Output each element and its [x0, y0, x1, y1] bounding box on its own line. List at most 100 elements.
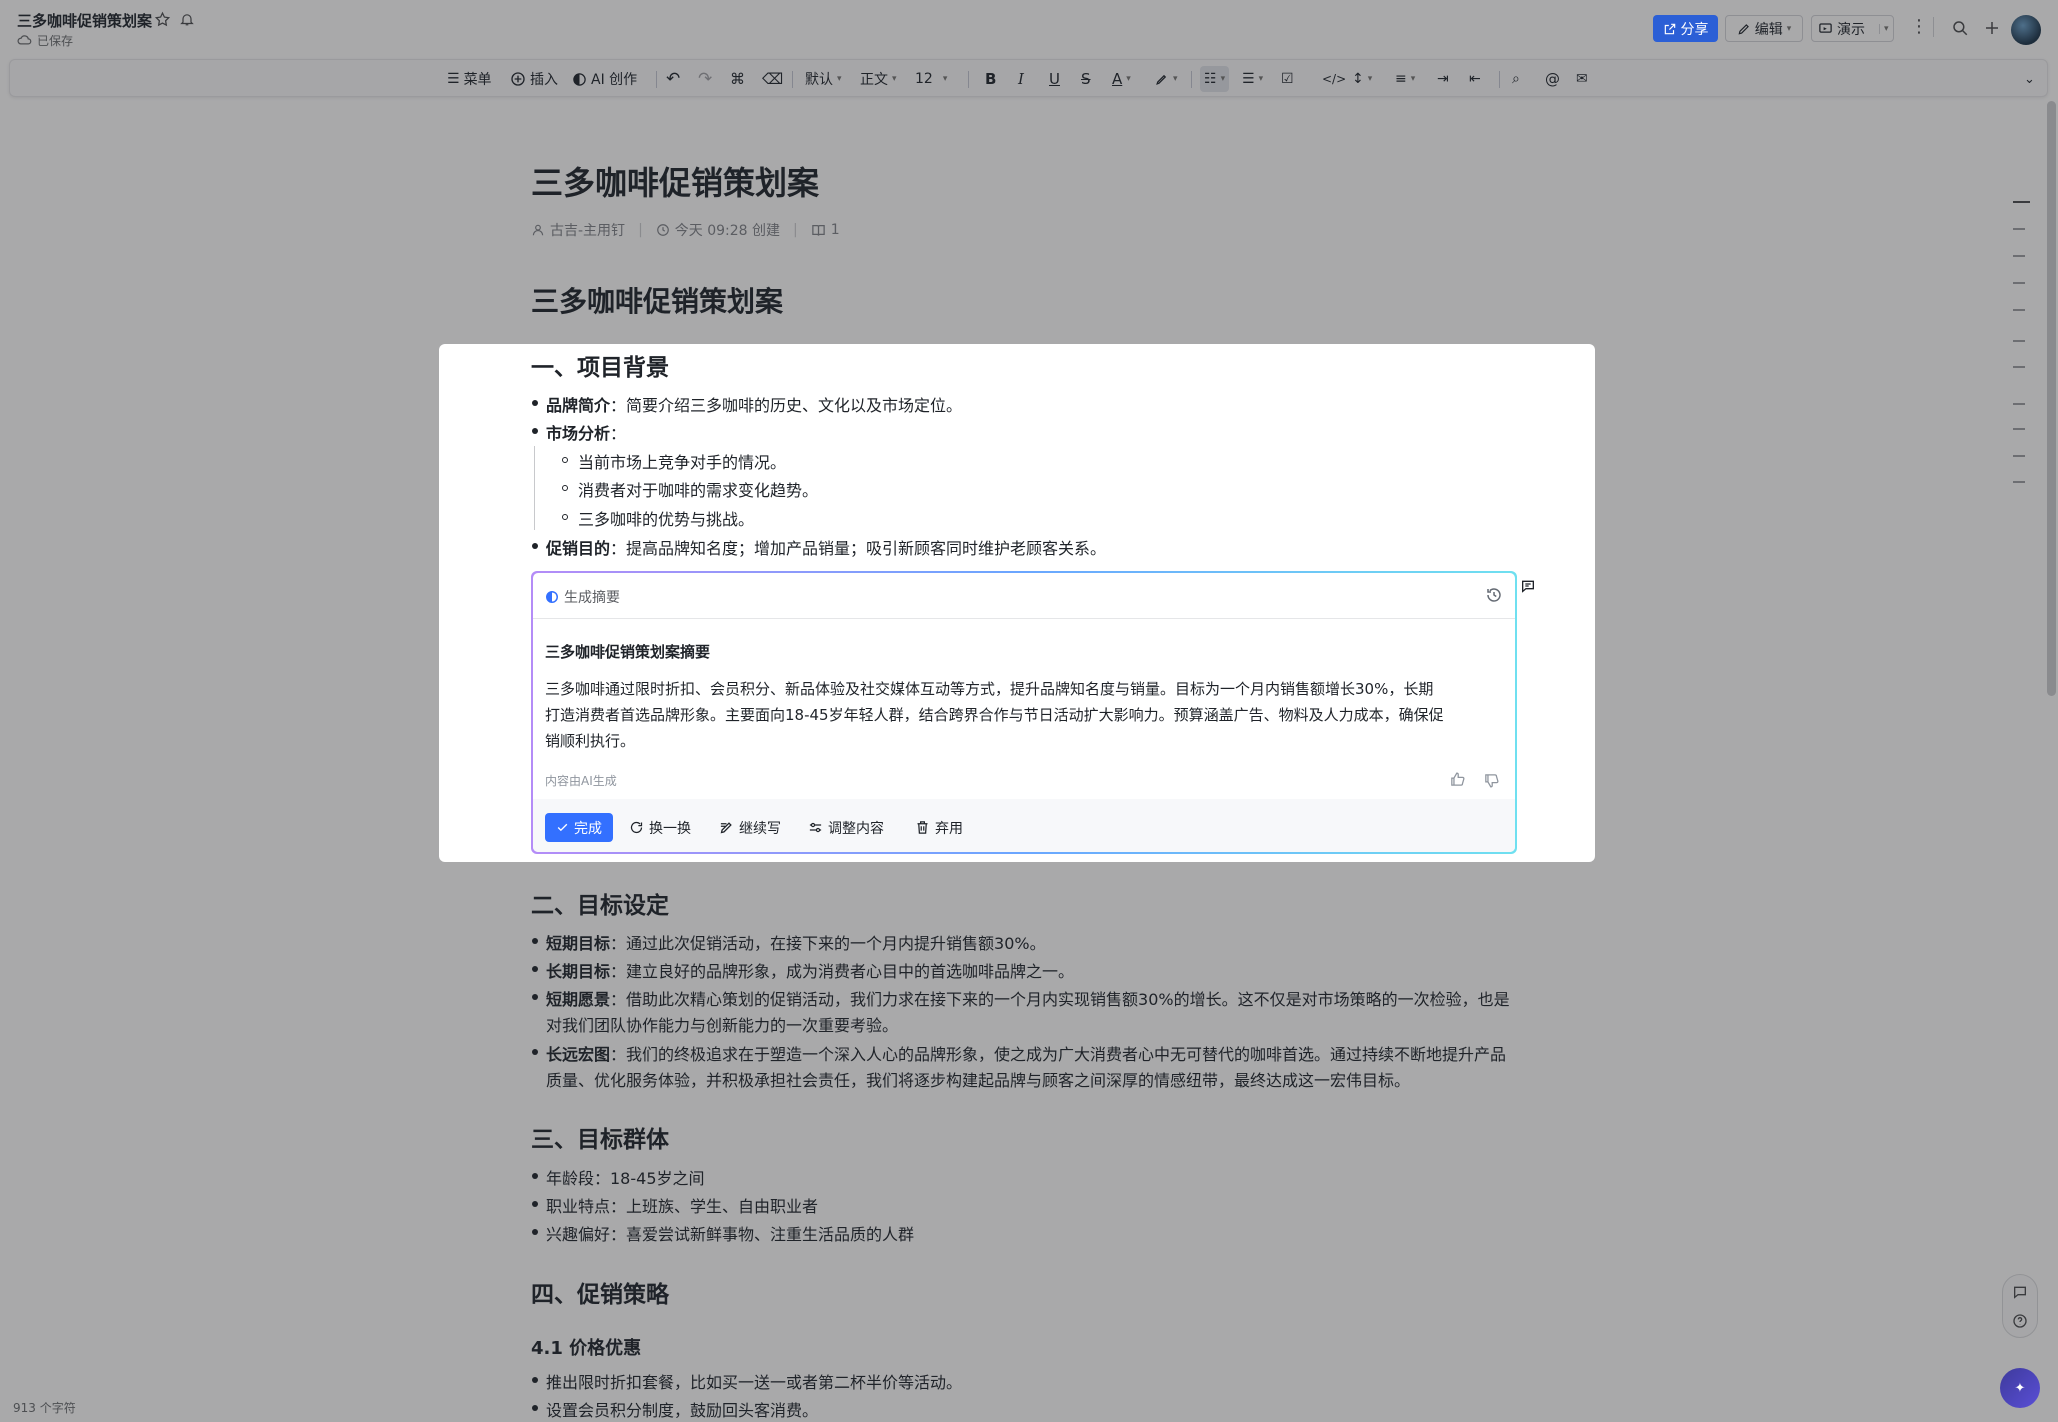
font-color-button[interactable]: A ▾	[1112, 60, 1131, 98]
avatar[interactable]	[2011, 15, 2041, 45]
divider	[1499, 71, 1500, 88]
divider	[533, 618, 1515, 619]
list-item: 推出限时折扣套餐，比如买一送一或者第二杯半价等活动。	[546, 1373, 963, 1392]
outline-item[interactable]	[2013, 340, 2025, 342]
code-icon[interactable]: </>	[1322, 60, 1346, 98]
chevron-down-icon: ▾	[1220, 74, 1226, 84]
list-item-continuation: 质量、优化服务体验，并积极承担社会责任，我们将逐步构建起品牌与顾客之间深厚的情感…	[546, 1071, 1411, 1090]
doc-author[interactable]: 古吉-主用钉	[550, 220, 625, 240]
edit-label: 编辑	[1754, 21, 1783, 38]
ai-create-button[interactable]: AI 创作	[572, 60, 637, 98]
outline-item[interactable]	[2013, 282, 2025, 284]
search-icon[interactable]	[1951, 19, 1969, 37]
highlight-button[interactable]: ▾	[1154, 60, 1178, 98]
divider	[1933, 17, 1934, 37]
outline-item[interactable]	[2013, 228, 2025, 230]
done-button[interactable]: 完成	[545, 813, 613, 842]
bullet-dot	[532, 543, 538, 549]
more-icon[interactable]: ⋮	[1910, 18, 1928, 36]
outline-item[interactable]	[2013, 201, 2030, 203]
history-icon[interactable]	[1485, 586, 1503, 604]
comment-icon[interactable]	[2012, 1284, 2028, 1300]
menu-button[interactable]: ☰ 菜单	[447, 60, 492, 98]
divider	[656, 71, 657, 88]
share-button[interactable]: 分享	[1653, 15, 1718, 42]
outdent-icon[interactable]: ⇤	[1469, 60, 1481, 98]
style-select[interactable]: 默认 ▾	[805, 60, 842, 98]
thumb-up-icon[interactable]	[1449, 771, 1466, 788]
swap-button[interactable]: 换一换	[629, 813, 691, 842]
continue-write-label: 继续写	[739, 820, 781, 837]
find-icon[interactable]: ⌕	[1512, 60, 1520, 98]
bullet-list-button[interactable]: ☷ ▾	[1200, 66, 1230, 92]
highlight-icon	[1156, 74, 1167, 85]
sub-heading: 4.1 价格优惠	[531, 1338, 642, 1359]
checkbox-icon[interactable]: ☑	[1281, 60, 1294, 98]
format-painter-icon[interactable]: ⌘	[730, 60, 745, 98]
item-text: ：通过此次促销活动，在接下来的一个月内提升销售额30%。	[610, 934, 1046, 953]
insert-button[interactable]: 插入	[510, 60, 558, 98]
italic-button[interactable]: I	[1018, 60, 1024, 98]
outline-item[interactable]	[2013, 309, 2025, 311]
present-icon	[1819, 22, 1832, 33]
star-icon[interactable]	[154, 11, 171, 28]
chevron-down-icon[interactable]: ▾	[1879, 23, 1889, 34]
outline-item[interactable]	[2013, 455, 2025, 457]
discard-button[interactable]: 弃用	[915, 813, 963, 842]
share-icon	[1664, 23, 1675, 34]
chevron-down-icon: ▾	[1173, 74, 1178, 84]
strikethrough-button[interactable]: S	[1081, 60, 1091, 98]
numbered-list-button[interactable]: ☰ ▾	[1242, 60, 1263, 98]
list-item: 短期愿景：借助此次精心策划的促销活动，我们力求在接下来的一个月内实现销售额30%…	[546, 986, 1510, 1010]
plus-icon[interactable]	[1983, 19, 2001, 37]
underline-button[interactable]: U	[1049, 60, 1060, 98]
undo-icon[interactable]: ↶	[666, 60, 680, 98]
list-item: 长远宏图：我们的终极追求在于塑造一个深入人心的品牌形象，使之成为广大消费者心中无…	[546, 1041, 1506, 1065]
scrollbar[interactable]	[2047, 101, 2056, 696]
outline-item[interactable]	[2013, 366, 2025, 368]
ai-assistant-icon[interactable]: ✦	[2000, 1368, 2040, 1408]
doc-heading: 三多咖啡促销策划案	[531, 285, 784, 318]
ai-summary-line: 打造消费者首选品牌形象。主要面向18-45岁年轻人群，结合跨界合作与节日活动扩大…	[545, 706, 1444, 724]
text-type-value: 正文	[860, 72, 888, 88]
font-size-select[interactable]: 12 ▾	[915, 60, 947, 98]
bullet-dot	[532, 1201, 538, 1207]
adjust-content-button[interactable]: 调整内容	[808, 813, 884, 842]
continue-write-button[interactable]: 继续写	[719, 813, 781, 842]
list-item: 长期目标：建立良好的品牌形象，成为消费者心目中的首选咖啡品牌之一。	[546, 958, 1074, 982]
bold-button[interactable]: B	[985, 60, 996, 98]
item-label: 长远宏图	[546, 1045, 611, 1064]
collapse-icon[interactable]: ⌄	[2024, 60, 2035, 98]
nesting-guide	[534, 446, 535, 530]
eraser-icon[interactable]: ⌫	[762, 60, 783, 98]
line-height-button[interactable]: ↕ ▾	[1352, 60, 1372, 98]
style-value: 默认	[805, 72, 833, 88]
insert-icon	[511, 72, 525, 86]
doc-title: 三多咖啡促销策划案	[531, 164, 820, 202]
outline-item[interactable]	[2013, 255, 2025, 257]
sliders-icon	[809, 822, 822, 833]
ai-summary-line: 三多咖啡通过限时折扣、会员积分、新品体验及社交媒体互动等方式，提升品牌知名度与销…	[545, 680, 1434, 698]
outline-item[interactable]	[2013, 428, 2025, 430]
comment-icon[interactable]	[1520, 578, 1536, 594]
present-button[interactable]: 演示 ▾	[1811, 15, 1894, 42]
redo-icon[interactable]: ↷	[698, 60, 712, 98]
chevron-down-icon: ▾	[837, 74, 842, 84]
chevron-down-icon: ▾	[1410, 74, 1416, 84]
comment-icon[interactable]: ✉	[1576, 60, 1588, 98]
mention-icon[interactable]: @	[1545, 60, 1560, 98]
item-text: ：借助此次精心策划的促销活动，我们力求在接下来的一个月内实现销售额30%的增长。…	[610, 990, 1510, 1009]
text-type-select[interactable]: 正文 ▾	[860, 60, 897, 98]
help-icon[interactable]	[2012, 1313, 2028, 1329]
thumb-down-icon[interactable]	[1483, 772, 1500, 789]
align-button[interactable]: ≡ ▾	[1395, 60, 1415, 98]
refresh-icon	[630, 821, 643, 834]
doc-title-tab[interactable]: 三多咖啡促销策划案	[17, 10, 152, 31]
outline-item[interactable]	[2013, 403, 2025, 405]
done-label: 完成	[574, 820, 602, 837]
outline-item[interactable]	[2013, 481, 2025, 483]
meta-divider: |	[638, 222, 643, 238]
bell-icon[interactable]	[179, 11, 195, 28]
indent-icon[interactable]: ⇥	[1437, 60, 1449, 98]
edit-button[interactable]: 编辑 ▾	[1725, 15, 1803, 42]
